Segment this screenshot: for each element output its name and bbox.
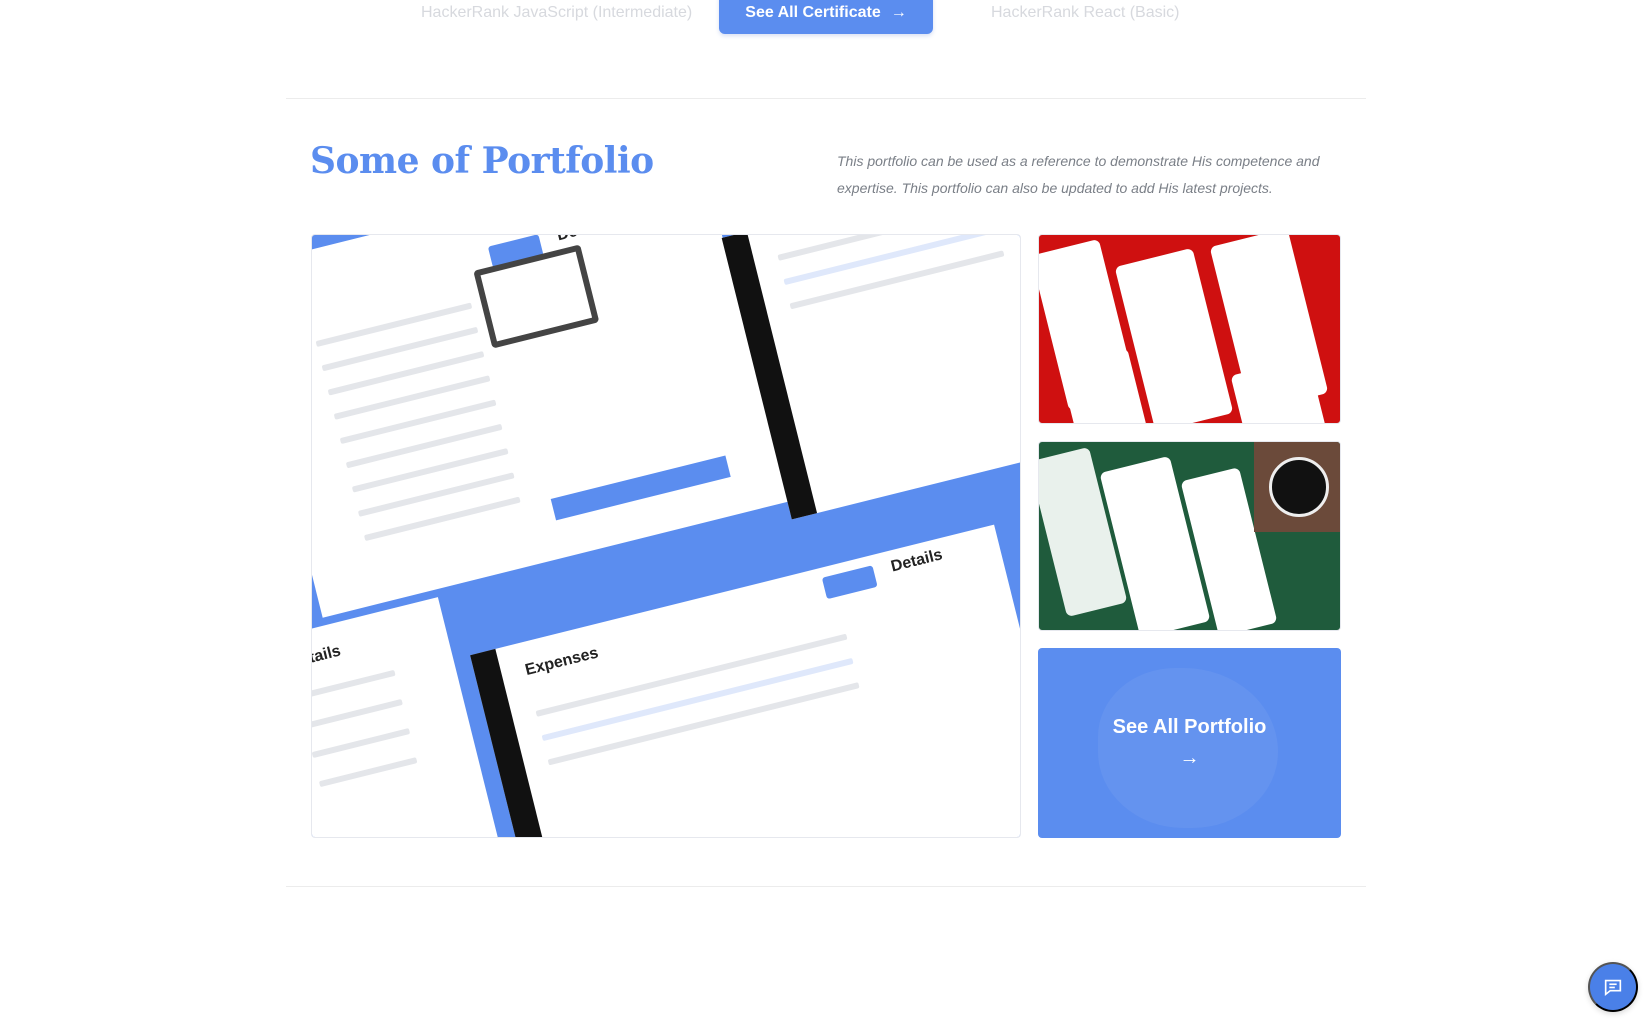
see-all-certificate-label: See All Certificate: [745, 4, 881, 21]
section-divider: [286, 886, 1366, 887]
arrow-right-icon: →: [1179, 747, 1200, 769]
starbucks-logo-icon: [1269, 457, 1329, 517]
certificate-item: HackerRank JavaScript (Intermediate): [421, 4, 693, 21]
add-button-mock: [821, 565, 878, 600]
see-all-portfolio-button[interactable]: See All Portfolio →: [1038, 648, 1341, 838]
mock-screen: Details: [311, 597, 501, 837]
mock-heading: Details: [889, 546, 945, 576]
mock-row: [312, 698, 403, 729]
portfolio-card-starbucks[interactable]: [1038, 441, 1341, 631]
section-divider: [286, 98, 1366, 99]
see-all-certificate-button[interactable]: See All Certificate →: [719, 0, 933, 34]
mock-heading: Expenses: [523, 644, 601, 680]
chat-button[interactable]: [1588, 962, 1638, 1012]
mock-row: [312, 669, 396, 700]
mock-row: [315, 302, 473, 348]
mock-row: [318, 757, 418, 788]
portfolio-card-dashboard[interactable]: Details Expenses Details Details: [311, 234, 1021, 838]
see-all-portfolio-label: See All Portfolio: [1112, 716, 1267, 738]
mock-screen: Details: [312, 235, 789, 618]
arrow-right-icon: →: [890, 4, 907, 21]
mock-screen: Expenses Details: [470, 524, 1020, 837]
certificate-item: HackerRank React (Basic): [991, 4, 1180, 21]
section-title: Some of Portfolio: [310, 140, 654, 182]
certificate-strip: HackerRank JavaScript (Intermediate) See…: [0, 0, 1652, 40]
mock-row: [312, 728, 411, 759]
chat-icon: [1604, 979, 1622, 997]
mock-row: [789, 250, 1005, 310]
portfolio-card-pokedex[interactable]: [1038, 234, 1341, 424]
section-description: This portfolio can be used as a referenc…: [837, 153, 1320, 196]
mock-heading: Details: [311, 642, 343, 672]
mock-action-bar: [550, 455, 731, 521]
mock-heading: Details: [555, 235, 610, 245]
